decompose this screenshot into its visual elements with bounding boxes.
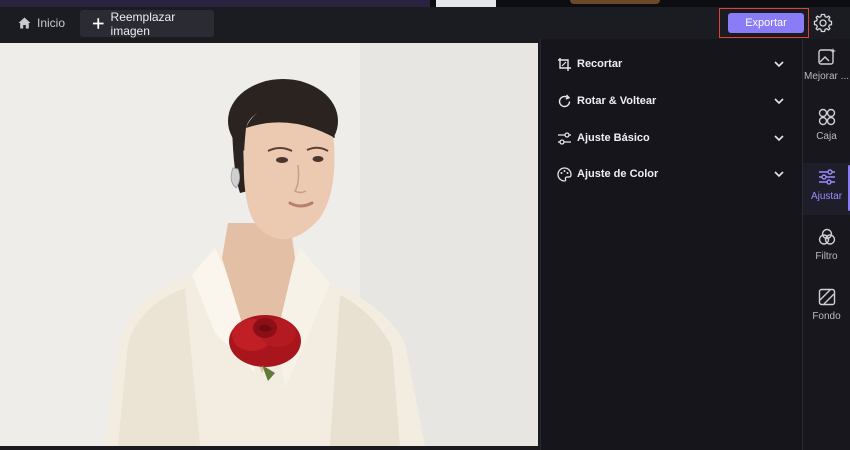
top-strip-segment	[436, 0, 496, 7]
adjust-panel: Recortar Rotar & Voltear Ajuste Básico A…	[540, 39, 802, 450]
rail-label: Caja	[816, 131, 837, 142]
export-button[interactable]: Exportar	[728, 13, 804, 33]
rail-label: Fondo	[812, 311, 841, 322]
rail-item-ajustar[interactable]: Ajustar	[803, 163, 850, 215]
top-strip-segment	[0, 0, 430, 7]
gear-icon[interactable]	[813, 13, 833, 33]
section-label: Recortar	[577, 58, 623, 70]
rail-item-fondo[interactable]: Fondo	[803, 287, 850, 339]
image-canvas[interactable]	[0, 39, 540, 450]
box-grid-icon	[818, 108, 835, 126]
top-strip-segment	[570, 0, 660, 4]
chevron-down-icon[interactable]	[773, 95, 785, 107]
section-ajuste-basico[interactable]: Ajuste Básico	[557, 128, 789, 148]
plus-icon	[92, 18, 104, 29]
tool-rail: Mejorar ... Caja Ajustar Filtro Fondo	[802, 39, 850, 450]
replace-image-label: Reemplazar imagen	[110, 9, 176, 38]
section-label: Ajuste de Color	[577, 168, 659, 180]
filter-circles-icon	[818, 228, 835, 245]
rail-label: Mejorar ...	[803, 71, 849, 82]
export-highlight-box: Exportar	[719, 8, 809, 38]
adjust-sliders-icon	[818, 169, 835, 185]
edited-photo	[0, 43, 538, 446]
rail-label: Filtro	[815, 251, 838, 262]
sliders-icon	[558, 131, 571, 145]
home-label: Inicio	[37, 16, 66, 30]
rotate-icon	[558, 94, 571, 107]
section-label: Rotar & Voltear	[577, 95, 657, 107]
background-icon	[818, 288, 835, 306]
portrait-illustration	[0, 43, 538, 446]
section-rotar-voltear[interactable]: Rotar & Voltear	[557, 91, 789, 111]
section-ajuste-color[interactable]: Ajuste de Color	[557, 164, 789, 184]
rail-item-caja[interactable]: Caja	[803, 107, 850, 159]
home-button[interactable]: Inicio	[10, 11, 72, 35]
section-label: Ajuste Básico	[577, 132, 650, 144]
enhance-image-icon	[817, 48, 836, 65]
section-recortar[interactable]: Recortar	[557, 54, 789, 74]
chevron-down-icon[interactable]	[773, 168, 785, 180]
top-toolbar: Inicio Reemplazar imagen Exportar	[0, 7, 850, 39]
chevron-down-icon[interactable]	[773, 132, 785, 144]
home-icon	[18, 17, 31, 29]
window-top-strip	[0, 0, 850, 7]
crop-icon	[558, 57, 571, 71]
palette-icon	[557, 166, 572, 182]
rail-item-filtro[interactable]: Filtro	[803, 227, 850, 279]
replace-image-button[interactable]: Reemplazar imagen	[80, 9, 214, 38]
rail-label: Ajustar	[810, 191, 843, 202]
chevron-down-icon[interactable]	[773, 58, 785, 70]
rail-item-mejorar[interactable]: Mejorar ...	[803, 47, 850, 99]
